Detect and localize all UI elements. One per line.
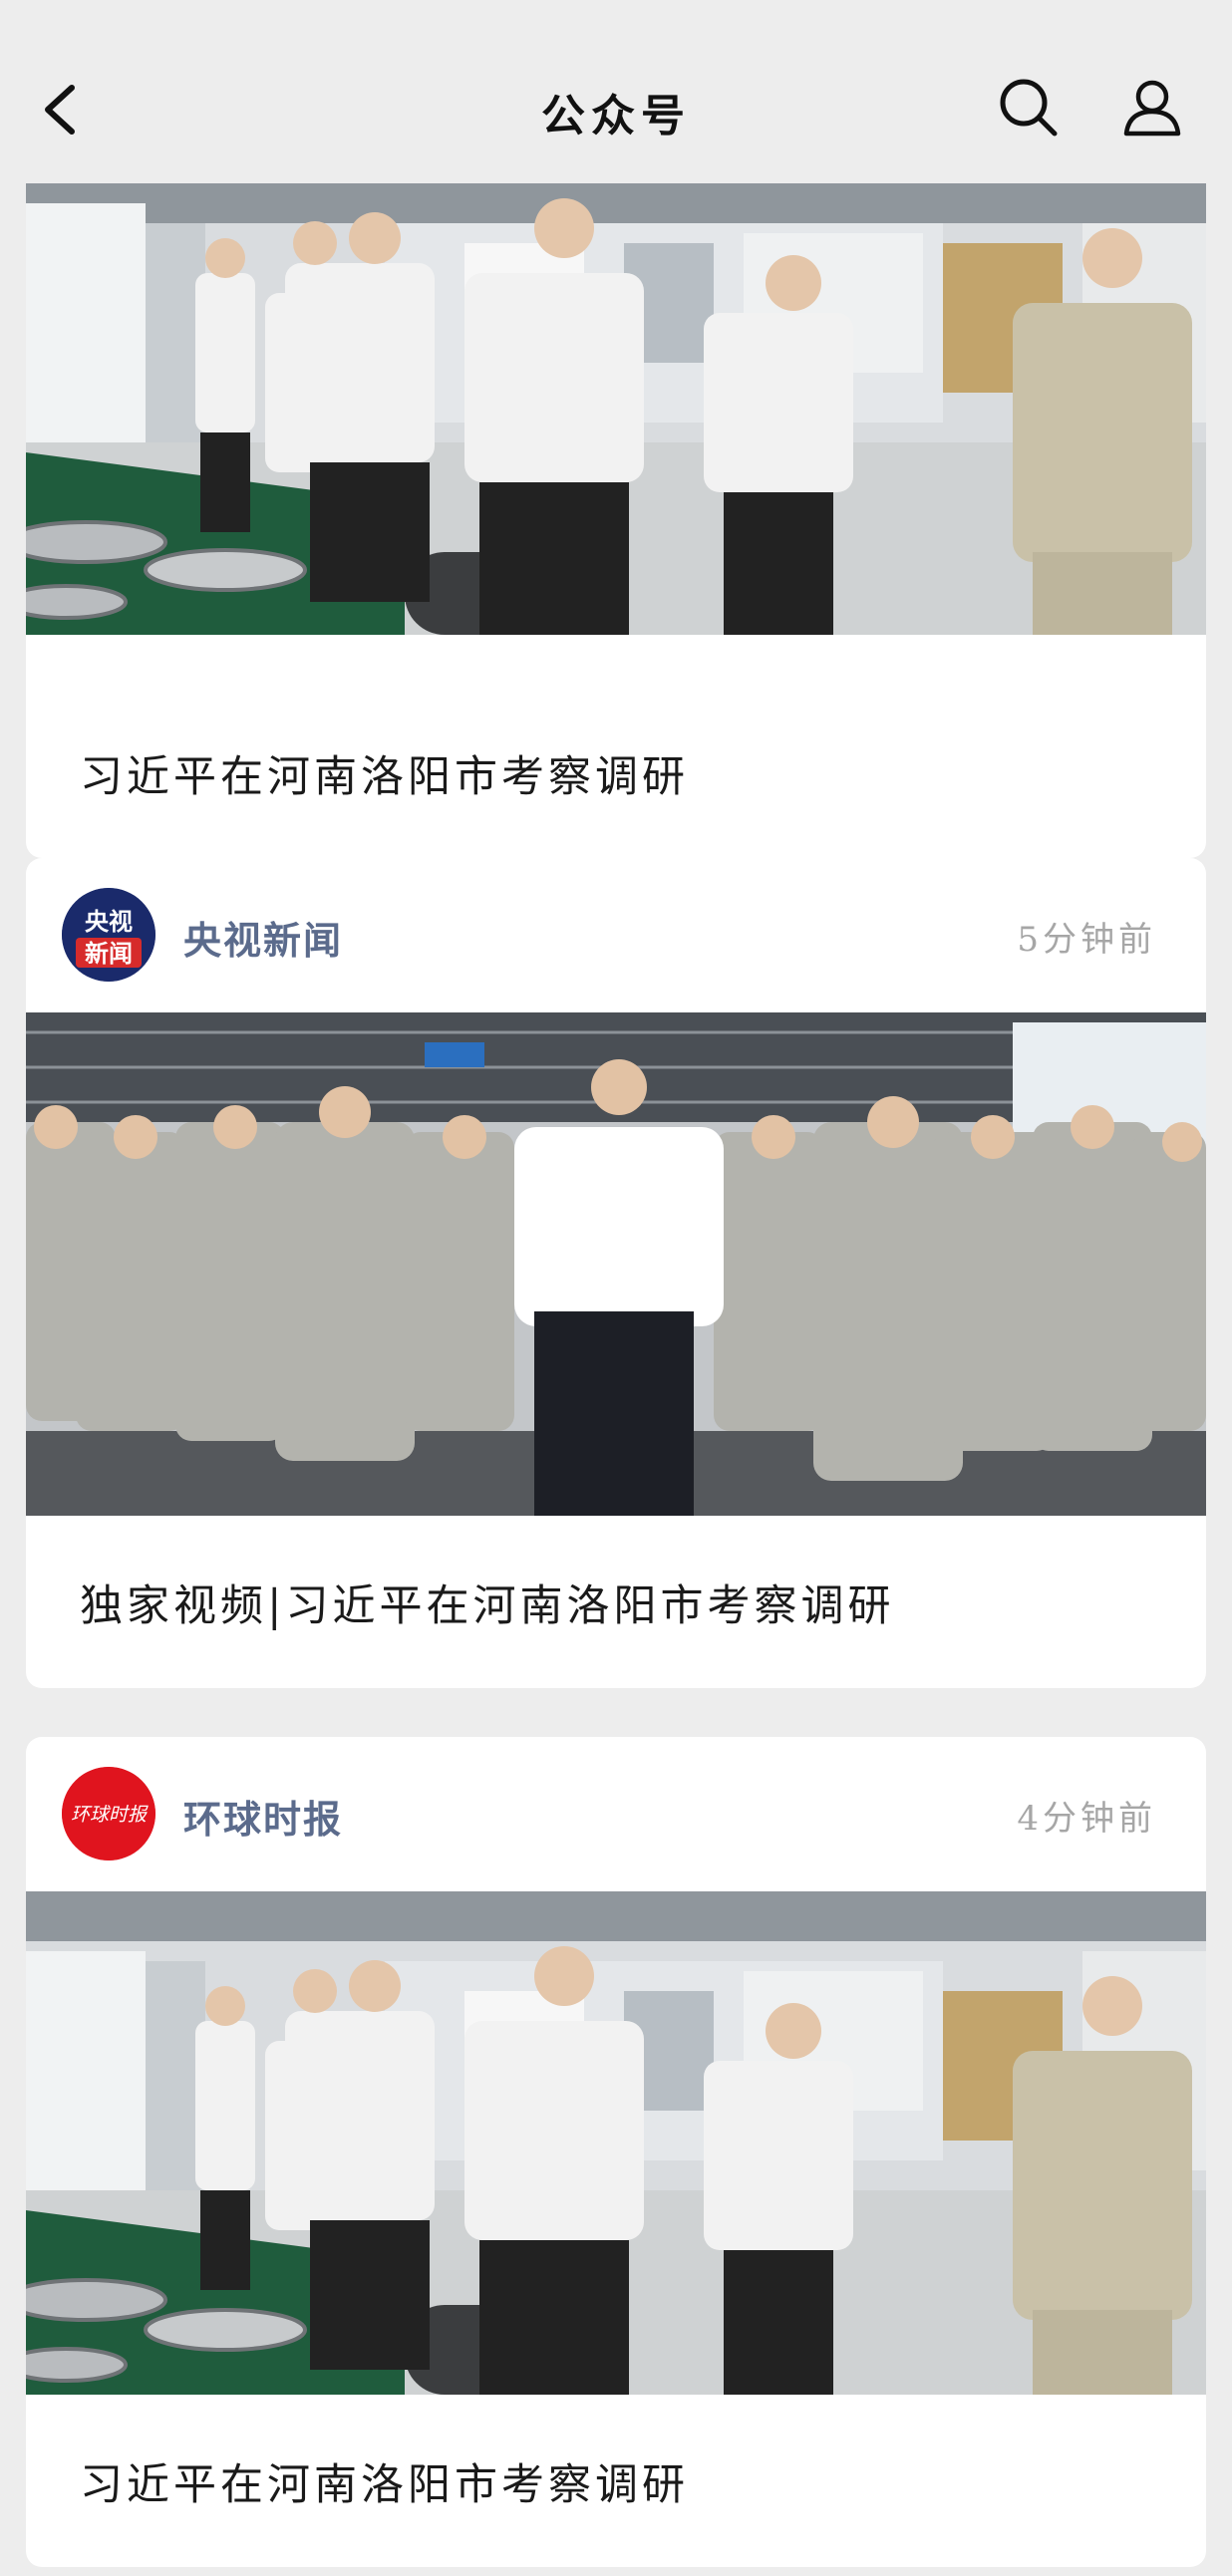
source-name[interactable]: 环球时报 (183, 1789, 343, 1844)
profile-button[interactable] (1120, 76, 1184, 140)
timestamp: 5分钟前 (1017, 920, 1156, 960)
timestamp: 4分钟前 (1017, 1799, 1156, 1839)
svg-text:环球时报: 环球时报 (71, 1804, 149, 1826)
search-icon (1000, 79, 1058, 137)
article-card[interactable]: 环球时报 环球时报 4分钟前 习近平在河南洛阳市考察调研 (26, 1737, 1206, 2567)
user-icon (1123, 80, 1181, 137)
card-header[interactable]: 环球时报 环球时报 4分钟前 (26, 1737, 1206, 1891)
factory-visit-photo (26, 1891, 1206, 2395)
card-header[interactable]: 央视 新闻 央视新闻 5分钟前 (26, 858, 1206, 1012)
article-headline[interactable]: 习近平在河南洛阳市考察调研 (26, 687, 1206, 858)
article-photo[interactable] (26, 183, 1206, 687)
search-button[interactable] (997, 76, 1061, 140)
article-headline[interactable]: 独家视频|习近平在河南洛阳市考察调研 (26, 1516, 1206, 1688)
svg-text:央视: 央视 (85, 908, 133, 936)
source-avatar[interactable]: 环球时报 (62, 1767, 155, 1860)
source-name[interactable]: 央视新闻 (183, 910, 343, 965)
article-photo[interactable] (26, 1012, 1206, 1516)
article-card[interactable]: 央视 新闻 央视新闻 5分钟前 独家视频|习近平在河南洛阳市考察调研 (26, 858, 1206, 1688)
source-avatar[interactable]: 央视 新闻 (62, 888, 155, 982)
article-card[interactable]: 习近平在河南洛阳市考察调研 (26, 183, 1206, 858)
top-nav-bar: 公众号 (0, 0, 1232, 183)
factory-visit-photo (26, 183, 1206, 635)
article-headline[interactable]: 习近平在河南洛阳市考察调研 (26, 2395, 1206, 2567)
article-photo[interactable] (26, 1891, 1206, 2395)
svg-text:新闻: 新闻 (85, 940, 133, 968)
cctv-news-logo: 央视 新闻 (62, 888, 155, 982)
global-times-logo: 环球时报 (62, 1767, 155, 1860)
workers-applauding-photo (26, 1012, 1206, 1516)
